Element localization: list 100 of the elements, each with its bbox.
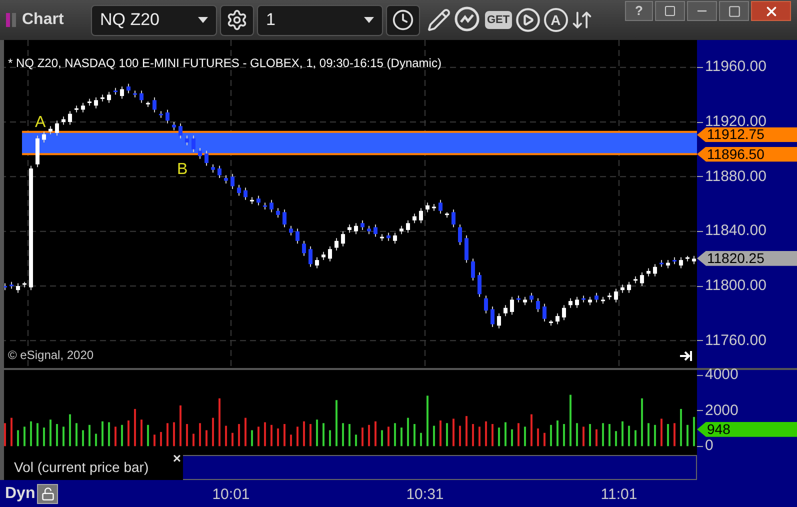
candlestick xyxy=(16,282,20,294)
price-tag: 11820.25 xyxy=(697,250,797,266)
interval-dropdown[interactable]: 1 xyxy=(257,4,383,36)
time-label: 10:01 xyxy=(211,485,251,505)
clock-button[interactable] xyxy=(386,4,420,36)
bar xyxy=(608,424,610,446)
bar xyxy=(596,429,598,446)
bar xyxy=(206,430,208,446)
bar xyxy=(550,424,552,446)
symbol-dropdown[interactable]: NQ Z20 xyxy=(91,4,217,36)
candlestick xyxy=(497,312,501,329)
bar xyxy=(660,418,662,446)
candlestick xyxy=(166,109,170,124)
bar xyxy=(238,424,240,446)
candlestick xyxy=(81,102,85,113)
bar xyxy=(192,434,194,446)
bar xyxy=(342,423,344,446)
restore-icon xyxy=(664,5,676,17)
window-title: Chart xyxy=(22,10,65,30)
candlestick xyxy=(478,272,482,298)
bar xyxy=(17,430,19,446)
bar xyxy=(76,423,78,446)
candlestick xyxy=(490,306,494,328)
bar xyxy=(348,424,350,446)
lock-button[interactable] xyxy=(37,484,58,504)
candlestick xyxy=(68,110,72,126)
bar xyxy=(102,421,104,446)
bar xyxy=(388,426,390,446)
close-study-button[interactable]: × xyxy=(172,451,181,465)
candlestick xyxy=(614,288,618,303)
candlestick xyxy=(374,224,378,238)
get-button[interactable]: GET xyxy=(485,11,512,29)
candlestick xyxy=(464,234,468,264)
bar xyxy=(582,426,584,446)
bar xyxy=(218,398,220,446)
time-label: 10:31 xyxy=(405,485,445,505)
bar xyxy=(654,424,656,446)
bar xyxy=(284,424,286,446)
bar xyxy=(504,422,506,446)
candlestick xyxy=(140,90,144,104)
pencil-icon[interactable] xyxy=(427,8,451,32)
price-tag: 11912.75 xyxy=(697,127,797,142)
bar xyxy=(680,408,682,446)
bar xyxy=(674,423,676,446)
maximize-icon xyxy=(728,4,740,18)
bar xyxy=(686,424,688,446)
bar xyxy=(472,424,474,446)
chart-study-icon[interactable] xyxy=(454,6,482,34)
bar xyxy=(407,418,409,446)
bar xyxy=(134,408,136,446)
price-tag: 948 xyxy=(697,422,797,437)
close-button[interactable] xyxy=(751,1,791,21)
volume-label: 4000 xyxy=(705,366,738,384)
bar xyxy=(563,424,565,446)
bar xyxy=(322,423,324,446)
bar xyxy=(524,426,526,446)
settings-button[interactable] xyxy=(220,4,254,36)
restore-button[interactable] xyxy=(655,1,685,21)
maximize-button[interactable] xyxy=(719,1,749,21)
candlestick xyxy=(452,208,456,228)
arrows-icon[interactable] xyxy=(570,9,593,31)
bar xyxy=(244,418,246,446)
scroll-to-end-icon[interactable] xyxy=(679,350,693,362)
bar xyxy=(478,426,480,446)
bar xyxy=(426,396,428,446)
bar xyxy=(166,423,168,446)
candlestick xyxy=(471,258,475,282)
candlestick xyxy=(354,222,358,235)
bar xyxy=(374,421,376,446)
candlestick xyxy=(556,312,560,325)
candlestick xyxy=(334,238,338,251)
candlestick xyxy=(568,298,572,308)
bar xyxy=(225,426,227,446)
bar xyxy=(62,426,64,446)
candlestick xyxy=(296,228,300,244)
alert-button[interactable]: A xyxy=(544,8,568,32)
bar xyxy=(277,428,279,446)
bar xyxy=(466,416,468,446)
candlestick xyxy=(120,86,124,100)
candlestick xyxy=(302,240,306,256)
candlestick xyxy=(458,224,462,246)
candlestick xyxy=(542,303,546,322)
candlestick xyxy=(438,199,442,214)
bar xyxy=(310,424,312,446)
bar xyxy=(459,426,461,446)
bar xyxy=(140,420,142,446)
candlestick xyxy=(204,150,208,166)
bar xyxy=(602,423,604,446)
candlestick xyxy=(198,147,202,160)
bar xyxy=(492,424,494,446)
bar xyxy=(414,424,416,446)
candlestick xyxy=(575,296,579,308)
settings-icon xyxy=(226,9,248,31)
candlestick xyxy=(406,220,410,234)
help-button[interactable]: ? xyxy=(625,1,653,21)
candlestick xyxy=(185,135,189,146)
bar xyxy=(186,424,188,446)
play-icon[interactable] xyxy=(514,7,541,33)
bar xyxy=(433,426,435,446)
bar xyxy=(270,424,272,446)
